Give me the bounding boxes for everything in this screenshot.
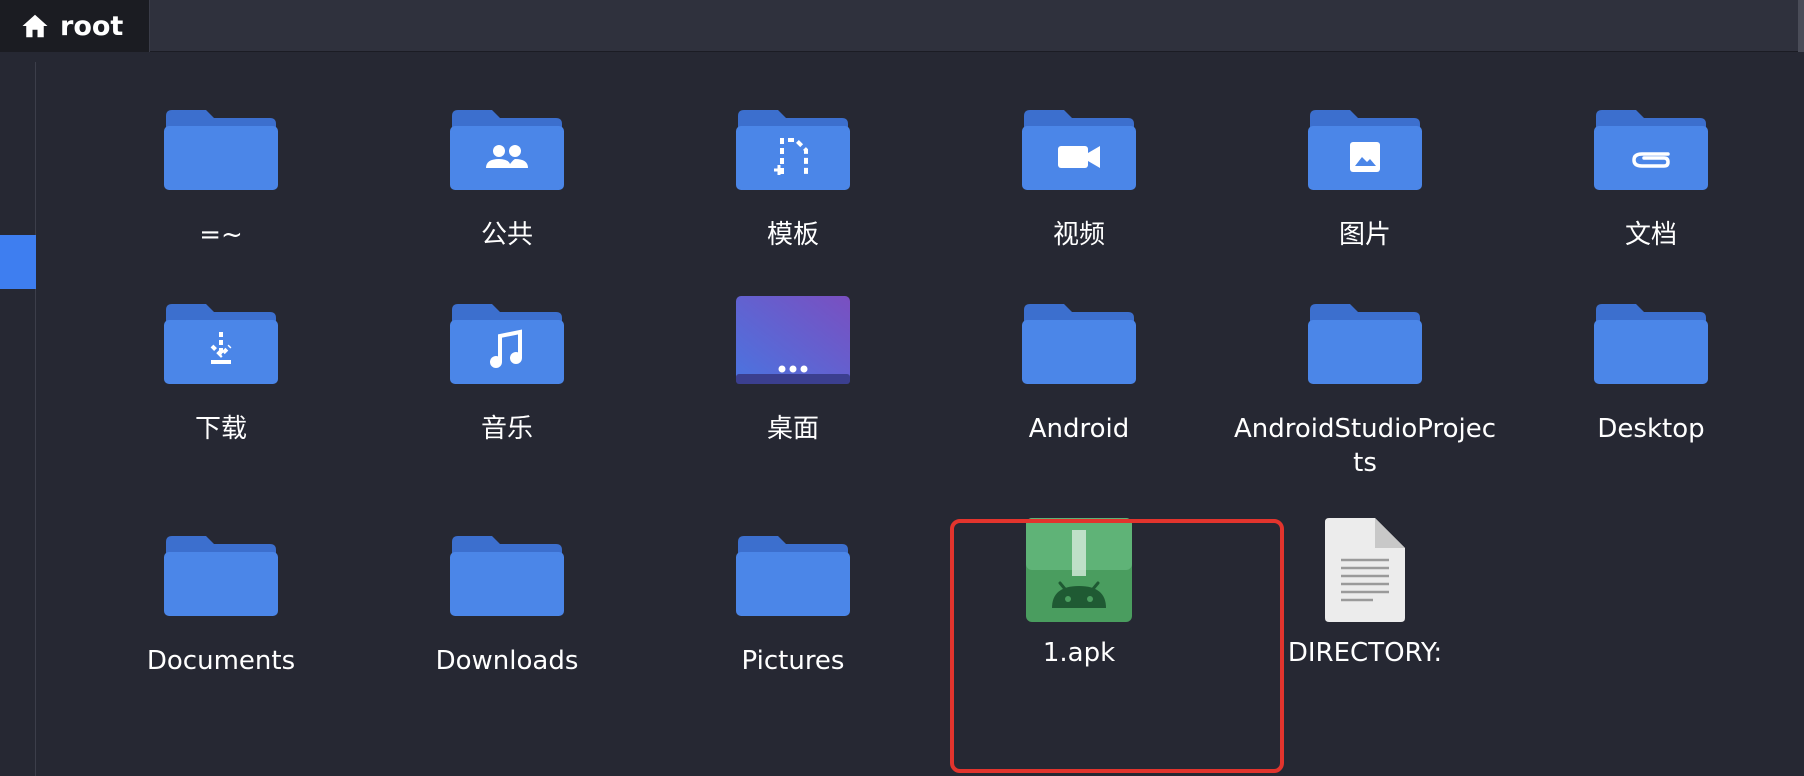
file-grid: =~ 公共 模板 视频 图片 文档 下载 音乐 桌面 Android Andro… — [36, 62, 1804, 776]
breadcrumb-label: root — [60, 10, 124, 42]
path-bar: root — [0, 0, 1804, 52]
folder-item-androidstudioprojects[interactable]: AndroidStudioProjects — [1230, 296, 1500, 480]
item-label: 图片 — [1338, 220, 1391, 250]
desktop-folder-icon — [734, 296, 852, 386]
folder-icon — [1592, 296, 1710, 386]
item-label: 音乐 — [480, 414, 533, 444]
folder-icon — [162, 102, 280, 192]
item-label: 公共 — [480, 220, 533, 250]
folder-icon — [1020, 296, 1138, 386]
item-label: 文档 — [1624, 220, 1677, 250]
folder-item-templates[interactable]: 模板 — [658, 102, 928, 252]
pictures-folder-icon — [1306, 102, 1424, 192]
item-label: Documents — [146, 646, 296, 676]
item-label: Pictures — [741, 646, 845, 676]
downloads-folder-icon — [162, 296, 280, 386]
item-label: Android — [1028, 414, 1130, 444]
item-label: 视频 — [1052, 220, 1105, 250]
folder-item-home-alias[interactable]: =~ — [86, 102, 356, 252]
folder-item-documents[interactable]: Documents — [86, 528, 356, 678]
item-label: Desktop — [1597, 414, 1705, 444]
folder-icon — [162, 528, 280, 618]
item-label: AndroidStudioProjects — [1233, 414, 1497, 478]
home-icon — [22, 14, 48, 38]
item-label: 模板 — [766, 220, 819, 250]
item-label: =~ — [199, 220, 243, 250]
selection-highlight-box — [950, 519, 1284, 773]
music-folder-icon — [448, 296, 566, 386]
folder-item-android[interactable]: Android — [944, 296, 1214, 446]
folder-item-desktop[interactable]: Desktop — [1516, 296, 1786, 446]
text-file-icon — [1306, 516, 1424, 624]
folder-item-downloads-cn[interactable]: 下载 — [86, 296, 356, 446]
templates-folder-icon — [734, 102, 852, 192]
sidebar-selected-item[interactable] — [0, 235, 36, 289]
item-label: 桌面 — [766, 414, 819, 444]
window-edge — [1798, 0, 1804, 52]
item-label: Downloads — [435, 646, 579, 676]
folder-item-music[interactable]: 音乐 — [372, 296, 642, 446]
folder-icon — [448, 528, 566, 618]
public-folder-icon — [448, 102, 566, 192]
videos-folder-icon — [1020, 102, 1138, 192]
folder-item-downloads[interactable]: Downloads — [372, 528, 642, 678]
folder-item-desktop-cn[interactable]: 桌面 — [658, 296, 928, 446]
folder-item-documents-cn[interactable]: 文档 — [1516, 102, 1786, 252]
folder-icon — [1306, 296, 1424, 386]
folder-item-pictures[interactable]: Pictures — [658, 528, 928, 678]
folder-icon — [734, 528, 852, 618]
folder-item-pictures-cn[interactable]: 图片 — [1230, 102, 1500, 252]
breadcrumb-root[interactable]: root — [0, 0, 150, 52]
sidebar[interactable] — [0, 62, 36, 776]
folder-item-videos[interactable]: 视频 — [944, 102, 1214, 252]
documents-folder-icon — [1592, 102, 1710, 192]
item-label: 下载 — [194, 414, 247, 444]
folder-item-public[interactable]: 公共 — [372, 102, 642, 252]
